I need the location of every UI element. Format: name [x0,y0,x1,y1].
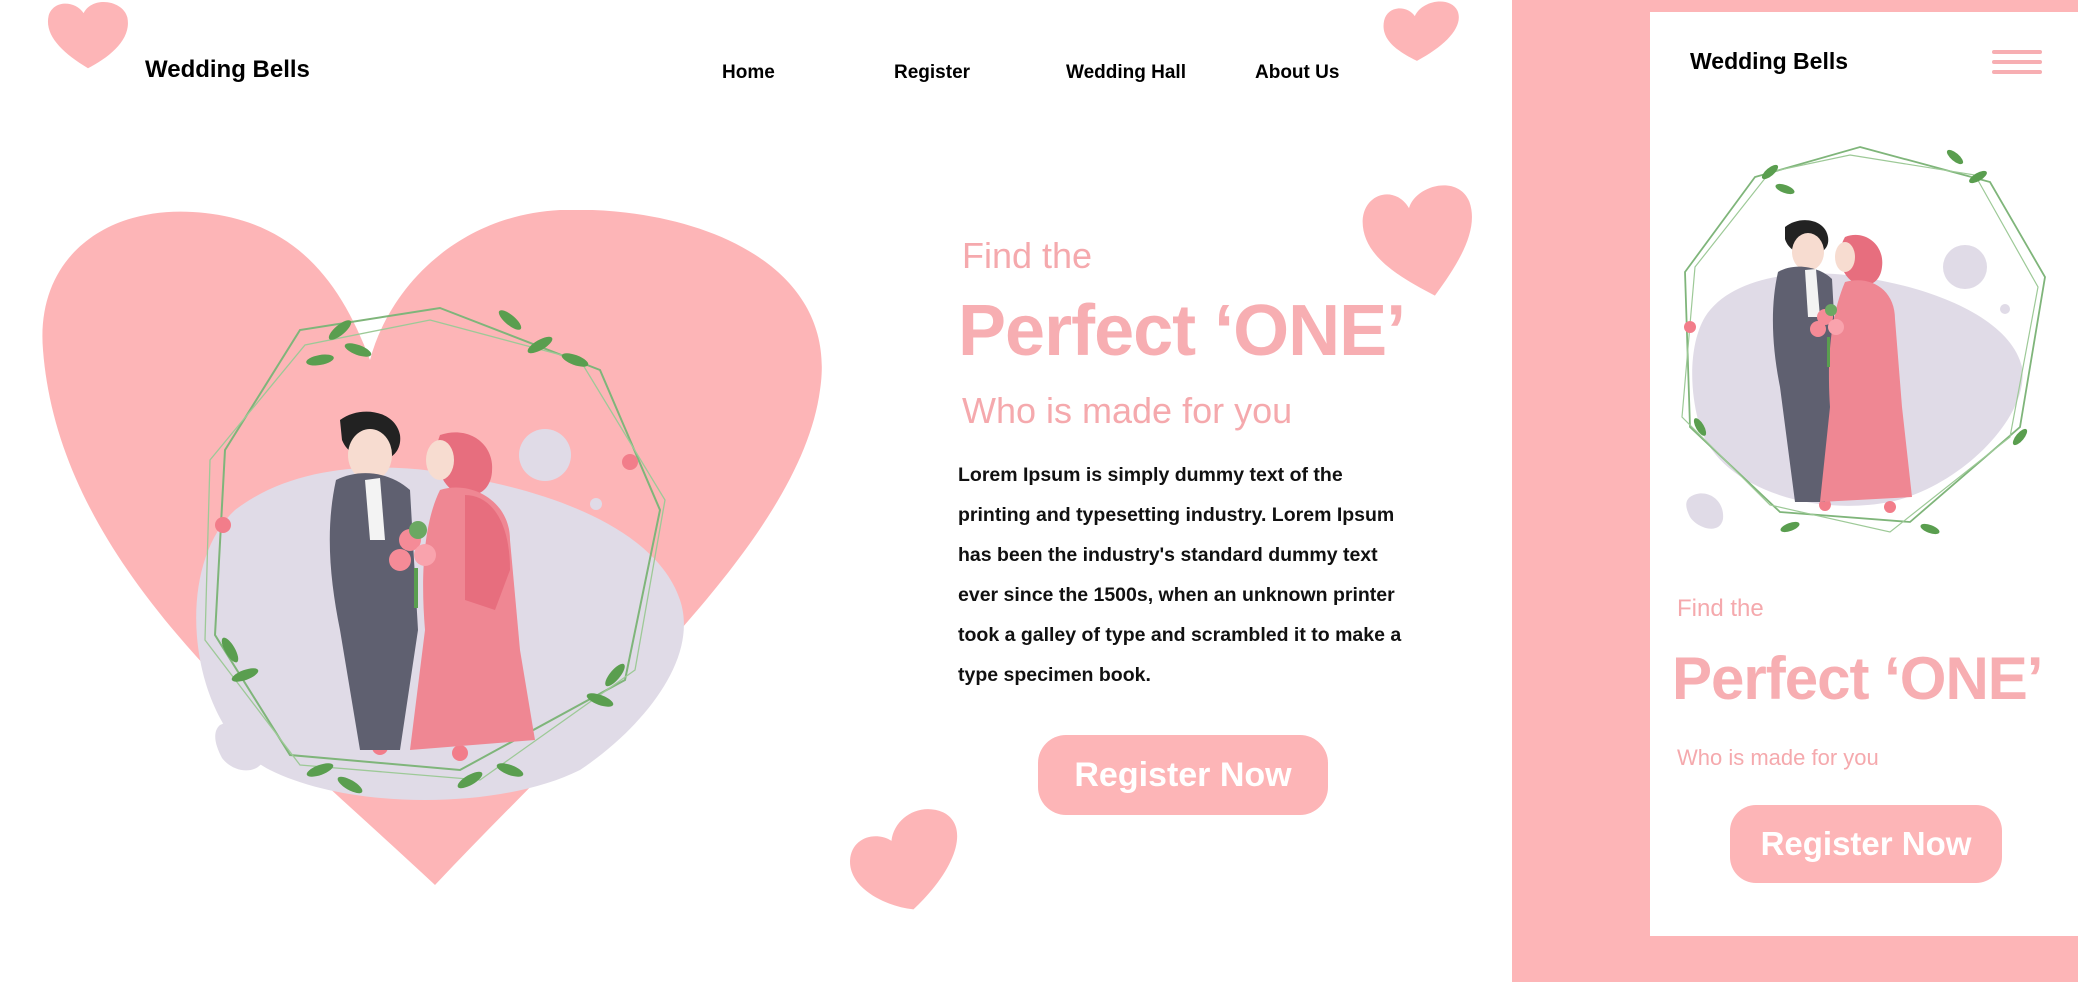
mobile-hero-tagline-bottom: Who is made for you [1677,745,1879,770]
brand-logo[interactable]: Wedding Bells [145,56,310,84]
hero-tagline-bottom: Who is made for you [962,390,1293,431]
heart-icon [1362,185,1472,296]
nav-home[interactable]: Home [722,62,775,84]
heart-icon [1383,1,1459,61]
heart-icon [850,809,958,910]
desktop-view: Wedding Bells Home Register Wedding Hall… [0,0,1512,982]
couple-illustration [42,210,822,885]
nav-wedding-hall[interactable]: Wedding Hall [1066,62,1186,84]
mobile-view: Wedding Bells Find the Perfect ‘ONE’ Who… [1650,12,2078,936]
mobile-couple-illustration [1681,146,2046,535]
hero-headline: Perfect ‘ONE’ [958,291,1406,371]
nav-register[interactable]: Register [894,62,970,84]
hero-description: Lorem Ipsum is simply dummy text of the … [958,464,1402,686]
mobile-brand-logo[interactable]: Wedding Bells [1690,48,1848,75]
mobile-hero-tagline-top: Find the [1677,595,1764,622]
heart-icon [47,1,128,69]
hero-tagline-top: Find the [962,235,1093,276]
hamburger-menu-icon[interactable] [1992,50,2042,80]
register-now-button[interactable]: Register Now [1038,735,1328,815]
mobile-register-now-button[interactable]: Register Now [1730,805,2002,883]
mobile-hero-headline: Perfect ‘ONE’ [1672,645,2043,712]
nav-about-us[interactable]: About Us [1255,62,1339,84]
